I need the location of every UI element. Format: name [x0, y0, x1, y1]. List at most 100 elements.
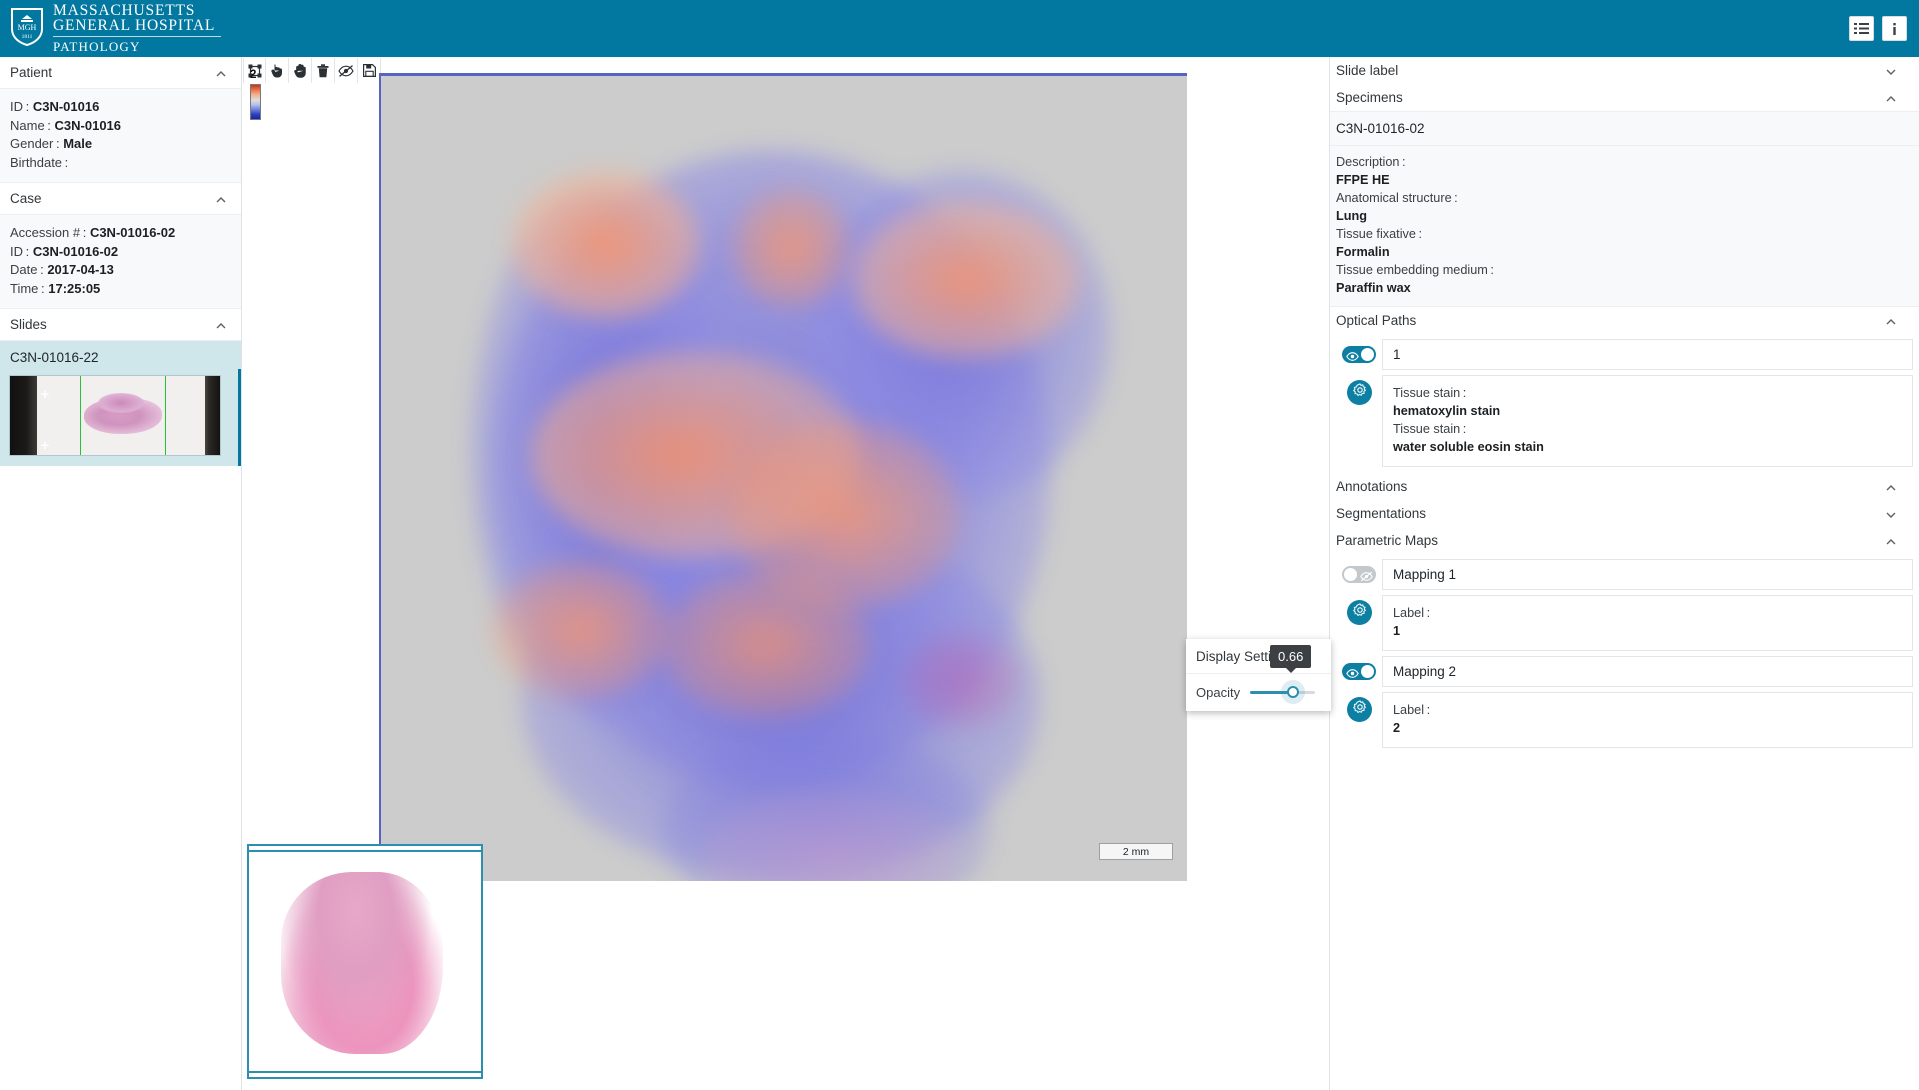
pointer-hand-button[interactable] [266, 58, 289, 83]
parametric-map-item: Mapping 2 [1330, 651, 1919, 687]
parametric-map-item: Mapping 1 [1330, 554, 1919, 590]
slide-list-item[interactable]: C3N-01016-22 [0, 341, 241, 369]
parametric-map-details-row: Label : 1 [1330, 590, 1919, 651]
chevron-down-icon [1885, 508, 1897, 520]
logo-line-2: GENERAL HOSPITAL [53, 17, 216, 34]
slide-label-section-header[interactable]: Slide label [1330, 57, 1919, 84]
specimen-field-value: Formalin [1336, 245, 1390, 259]
stain-value: water soluble eosin stain [1393, 440, 1544, 454]
patient-field: Name : C3N-01016 [10, 117, 122, 133]
eye-icon [1346, 349, 1359, 367]
optical-path-settings-button[interactable] [1347, 380, 1372, 405]
delete-button[interactable] [312, 58, 335, 83]
colorbar-value-label: 2 [250, 69, 257, 81]
parametric-maps-section-header[interactable]: Parametric Maps [1330, 527, 1919, 554]
mapping-1-visibility-toggle[interactable] [1342, 566, 1376, 583]
specimens-section-title: Specimens [1336, 90, 1403, 105]
chevron-up-icon [215, 67, 227, 79]
case-section-header[interactable]: Case [0, 183, 241, 215]
toggle-knob [1344, 568, 1357, 581]
chevron-up-icon [215, 193, 227, 205]
hide-button[interactable] [335, 58, 358, 83]
svg-text:MGH: MGH [18, 23, 37, 32]
logo-divider [53, 36, 221, 37]
parametric-map-details-row: Label : 2 [1330, 687, 1919, 748]
case-field: ID : C3N-01016-02 [10, 243, 119, 259]
segmentations-section-title: Segmentations [1336, 506, 1427, 521]
mapping-label-key: Label : [1393, 606, 1431, 620]
opacity-slider-handle[interactable] [1286, 686, 1299, 698]
eye-slash-icon [1360, 569, 1373, 587]
stain-label: Tissue stain : [1393, 422, 1467, 436]
optical-path-name: 1 [1382, 339, 1913, 370]
optical-path-item: 1 [1330, 334, 1919, 370]
specimen-field-value: Lung [1336, 209, 1368, 223]
chevron-up-icon [1885, 535, 1897, 547]
specimen-field-label: Tissue fixative : [1336, 227, 1422, 241]
annotations-section-title: Annotations [1336, 479, 1408, 494]
opacity-label: Opacity [1196, 685, 1241, 700]
mgh-logo: MGH 1811 MASSACHUSETTS GENERAL HOSPITAL … [0, 3, 221, 54]
list-button[interactable] [1849, 16, 1874, 41]
mapping-2-settings-button[interactable] [1347, 697, 1372, 722]
mapping-label-key: Label : [1393, 703, 1431, 717]
save-button[interactable] [358, 58, 381, 83]
thumb-roi-line [165, 376, 166, 455]
toggle-knob [1361, 348, 1374, 361]
info-icon [1888, 22, 1901, 36]
gear-icon [1352, 383, 1367, 402]
overview-navigator[interactable] [247, 844, 483, 1079]
segmentations-section-header[interactable]: Segmentations [1330, 500, 1919, 527]
mapping-2-details: Label : 2 [1382, 692, 1913, 748]
patient-details: ID : C3N-01016 Name : C3N-01016 Gender :… [0, 89, 241, 183]
case-field: Date : 2017-04-13 [10, 262, 114, 277]
overview-viewport-line [249, 850, 481, 852]
stain-label: Tissue stain : [1393, 386, 1467, 400]
svg-text:1811: 1811 [22, 34, 33, 40]
pan-hand-button[interactable] [289, 58, 312, 83]
chevron-up-icon [215, 319, 227, 331]
scale-bar: 2 mm [1099, 843, 1173, 860]
thumb-roi-line [80, 376, 81, 455]
opacity-slider[interactable] [1250, 686, 1316, 698]
slide-label-section-title: Slide label [1336, 63, 1399, 78]
mgh-shield-icon: MGH 1811 [10, 7, 44, 47]
header-actions [1849, 0, 1907, 57]
eye-slash-icon [338, 64, 354, 78]
optical-paths-section-title: Optical Paths [1336, 313, 1417, 328]
optical-path-details: Tissue stain : hematoxylin stain Tissue … [1382, 375, 1913, 467]
case-field: Accession # : C3N-01016-02 [10, 225, 176, 240]
specimen-field-value: FFPE HE [1336, 173, 1390, 187]
case-details: Accession # : C3N-01016-02 ID : C3N-0101… [0, 215, 241, 309]
eye-icon [1346, 666, 1359, 684]
overview-tissue-image [281, 872, 443, 1054]
mapping-label-value: 1 [1393, 624, 1401, 638]
mapping-1-settings-button[interactable] [1347, 600, 1372, 625]
logo-line-1: MASSACHUSETTS [53, 2, 196, 19]
logo-line-3: PATHOLOGY [53, 39, 141, 54]
case-section-title: Case [10, 191, 42, 206]
scale-bar-label: 2 mm [1122, 845, 1150, 858]
slides-section-header[interactable]: Slides [0, 309, 241, 341]
parametric-maps-section-title: Parametric Maps [1336, 533, 1439, 548]
viewer-toolbar [243, 57, 381, 84]
gear-icon [1352, 603, 1367, 622]
specimen-fields: Description : FFPE HE Anatomical structu… [1330, 146, 1919, 306]
slide-thumbnail-container[interactable]: + + [0, 369, 241, 466]
patient-field: Gender : Male [10, 136, 93, 151]
patient-section-header[interactable]: Patient [0, 57, 241, 89]
thumb-plus-marker: + [41, 386, 50, 402]
optical-path-visibility-toggle[interactable] [1342, 346, 1376, 363]
specimen-field-label: Anatomical structure : [1336, 191, 1458, 205]
mapping-2-name: Mapping 2 [1382, 656, 1913, 687]
optical-paths-section-header[interactable]: Optical Paths [1330, 307, 1919, 334]
left-sidebar: Patient ID : C3N-01016 Name : C3N-01016 … [0, 57, 242, 1090]
mapping-2-visibility-toggle[interactable] [1342, 663, 1376, 680]
annotations-section-header[interactable]: Annotations [1330, 473, 1919, 500]
chevron-up-icon [1885, 315, 1897, 327]
specimens-section-header[interactable]: Specimens [1330, 84, 1919, 111]
info-button[interactable] [1882, 16, 1907, 41]
gear-icon [1352, 700, 1367, 719]
whole-slide-canvas[interactable]: 2 mm [379, 73, 1187, 881]
chevron-down-icon [1885, 65, 1897, 77]
